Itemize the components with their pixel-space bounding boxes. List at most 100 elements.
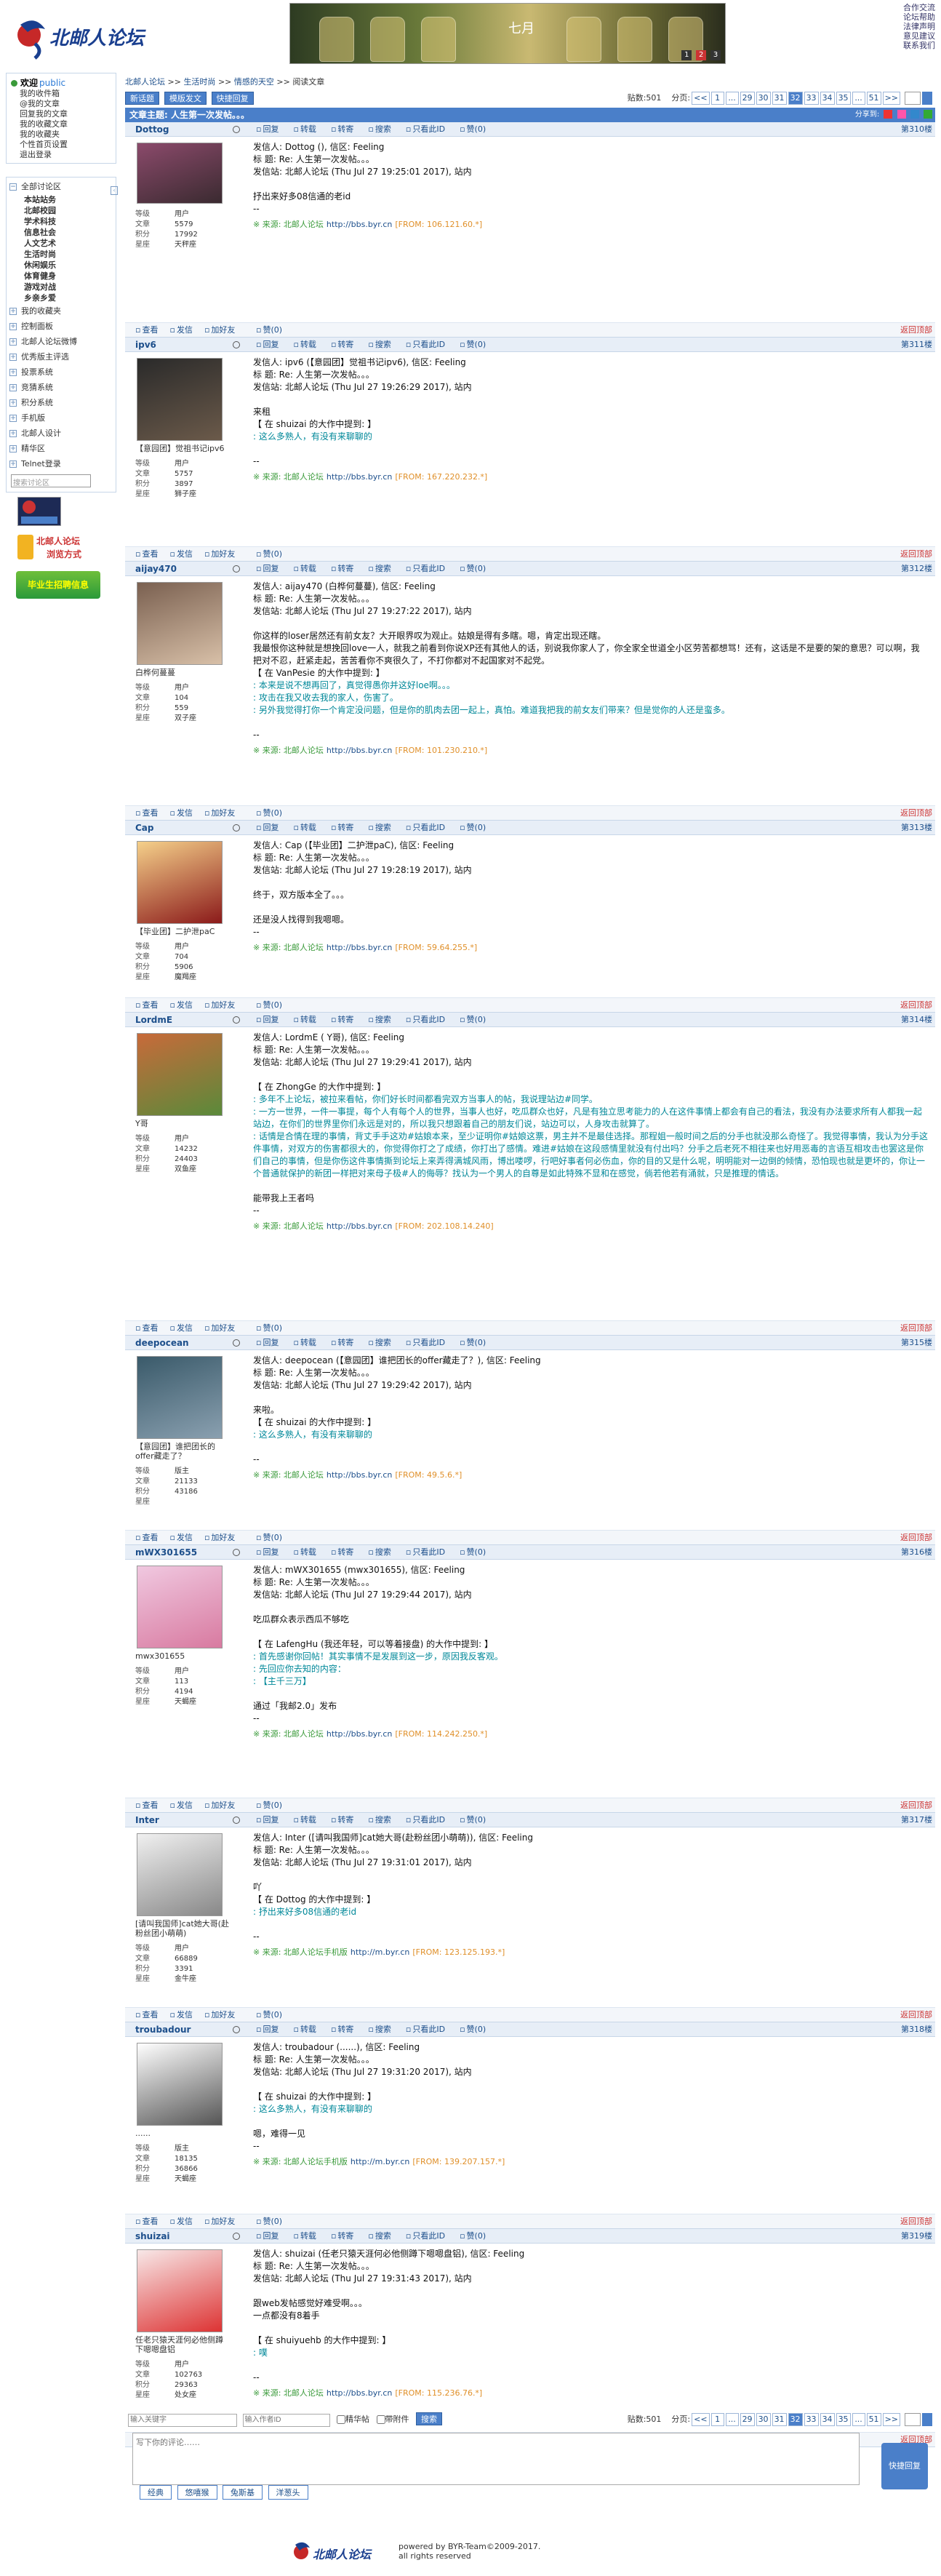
- sidebar-group-9[interactable]: + 精华区: [7, 441, 116, 456]
- mine-link-2[interactable]: 回复我的文章: [20, 109, 111, 119]
- author-input[interactable]: [242, 2413, 330, 2427]
- source-link[interactable]: http://bbs.byr.cn: [327, 472, 392, 482]
- attach-checkbox[interactable]: [376, 2415, 385, 2424]
- emo-tab-rabbit[interactable]: 兔斯基: [223, 2485, 263, 2500]
- board-category-3[interactable]: 信息社会: [24, 227, 116, 238]
- post-forward-button[interactable]: ▫ 转寄: [331, 124, 361, 134]
- post-floor[interactable]: 第318楼: [901, 2022, 932, 2037]
- source-link[interactable]: http://bbs.byr.cn: [327, 1470, 392, 1480]
- post-forward-button[interactable]: ▫ 转寄: [331, 564, 361, 573]
- page-link[interactable]: 34: [820, 2413, 835, 2426]
- author-add-friend-button[interactable]: ▫加好友: [204, 549, 241, 559]
- expand-icon[interactable]: +: [9, 460, 17, 468]
- author-mail-button[interactable]: ▫发信: [169, 325, 198, 335]
- post-only-this-id-button[interactable]: ▫ 只看此ID: [406, 1815, 452, 1825]
- board-category-6[interactable]: 休闲娱乐: [24, 260, 116, 271]
- sidebar-group-8[interactable]: + 北邮人设计: [7, 426, 116, 441]
- mine-link-5[interactable]: 个性首页设置: [20, 140, 111, 150]
- toplink-feedback[interactable]: 意见建议: [903, 31, 935, 41]
- mine-link-0[interactable]: 我的收件箱: [20, 89, 111, 99]
- post-like-button[interactable]: ▫赞(0): [256, 806, 282, 821]
- page-link[interactable]: ...: [852, 92, 865, 105]
- toplink-cooperation[interactable]: 合作交流: [903, 3, 935, 12]
- post-search-button[interactable]: ▫ 搜索: [368, 1547, 398, 1557]
- author-view-button[interactable]: ▫查看: [135, 2010, 164, 2019]
- author-add-friend-button[interactable]: ▫加好友: [204, 2217, 241, 2226]
- author-add-friend-button[interactable]: ▫加好友: [204, 808, 241, 818]
- avatar[interactable]: [137, 1033, 223, 1116]
- board-category-7[interactable]: 体育健身: [24, 271, 116, 282]
- expand-icon[interactable]: +: [9, 384, 17, 391]
- post-like-button[interactable]: ▫赞(0): [256, 323, 282, 338]
- page-link[interactable]: 32: [788, 2413, 803, 2426]
- post-only-this-id-button[interactable]: ▫ 只看此ID: [406, 124, 452, 134]
- sidebar-group-2[interactable]: + 北邮人论坛微博: [7, 334, 116, 349]
- author-add-friend-button[interactable]: ▫加好友: [204, 1533, 241, 1542]
- page-link[interactable]: ...: [725, 92, 739, 105]
- source-link[interactable]: http://m.byr.cn: [351, 2157, 409, 2166]
- post-like-button[interactable]: ▫赞(0): [460, 2231, 493, 2241]
- author-view-button[interactable]: ▫查看: [135, 549, 164, 559]
- author-add-friend-button[interactable]: ▫加好友: [204, 2010, 241, 2019]
- post-search-button[interactable]: ▫ 搜索: [368, 2231, 398, 2241]
- back-to-top-link[interactable]: 返回顶部: [900, 1798, 932, 1813]
- post-forward-button[interactable]: ▫ 转寄: [331, 2231, 361, 2241]
- post-author-id[interactable]: LordmE: [135, 1013, 172, 1027]
- post-reply-button[interactable]: ▫ 回复: [256, 1338, 286, 1347]
- post-repost-button[interactable]: ▫ 转载: [293, 2025, 323, 2034]
- page-link[interactable]: 51: [866, 2413, 881, 2426]
- page-link[interactable]: ...: [852, 2413, 865, 2426]
- post-author-id[interactable]: deepocean: [135, 1336, 189, 1350]
- mine-link-1[interactable]: @我的文章: [20, 99, 111, 109]
- expand-icon[interactable]: +: [9, 415, 17, 422]
- post-search-button[interactable]: ▫ 搜索: [368, 1815, 398, 1825]
- page-link[interactable]: >>: [882, 2413, 900, 2426]
- page-link[interactable]: <<: [692, 2413, 710, 2426]
- back-to-top-link[interactable]: 返回顶部: [900, 2214, 932, 2229]
- page-link[interactable]: 1: [710, 2413, 724, 2426]
- back-to-top-link[interactable]: 返回顶部: [900, 806, 932, 821]
- post-only-this-id-button[interactable]: ▫ 只看此ID: [406, 564, 452, 573]
- mine-link-4[interactable]: 我的收藏夹: [20, 129, 111, 140]
- user-name[interactable]: public: [39, 78, 65, 88]
- post-reply-button[interactable]: ▫ 回复: [256, 2231, 286, 2241]
- emo-tab-onion[interactable]: 洋葱头: [268, 2485, 308, 2500]
- post-floor[interactable]: 第313楼: [901, 821, 932, 835]
- board-category-8[interactable]: 游戏对战: [24, 282, 116, 292]
- back-to-top-link[interactable]: 返回顶部: [900, 1321, 932, 1336]
- page-go-button[interactable]: [922, 92, 932, 105]
- post-search-button[interactable]: ▫ 搜索: [368, 2025, 398, 2034]
- author-view-button[interactable]: ▫查看: [135, 808, 164, 818]
- post-forward-button[interactable]: ▫ 转寄: [331, 1338, 361, 1347]
- back-to-top-link[interactable]: 返回顶部: [900, 323, 932, 338]
- author-view-button[interactable]: ▫查看: [135, 1533, 164, 1542]
- page-link[interactable]: 51: [866, 92, 881, 105]
- post-reply-button[interactable]: ▫ 回复: [256, 340, 286, 349]
- post-repost-button[interactable]: ▫ 转载: [293, 124, 323, 134]
- author-add-friend-button[interactable]: ▫加好友: [204, 325, 241, 335]
- post-like-button[interactable]: ▫赞(0): [460, 124, 493, 134]
- author-mail-button[interactable]: ▫发信: [169, 808, 198, 818]
- author-add-friend-button[interactable]: ▫加好友: [204, 1801, 241, 1810]
- back-to-top-link[interactable]: 返回顶部: [900, 2008, 932, 2022]
- expand-icon[interactable]: +: [9, 369, 17, 376]
- page-link[interactable]: 33: [804, 92, 819, 105]
- post-like-button[interactable]: ▫赞(0): [256, 1531, 282, 1545]
- page-jump-input[interactable]: [905, 92, 921, 105]
- post-forward-button[interactable]: ▫ 转寄: [331, 1815, 361, 1825]
- avatar[interactable]: [137, 143, 223, 204]
- author-mail-button[interactable]: ▫发信: [169, 1533, 198, 1542]
- promo-browse[interactable]: 北邮人论坛 浏览方式: [17, 532, 97, 564]
- expand-icon[interactable]: +: [9, 445, 17, 452]
- all-boards-label[interactable]: 全部讨论区: [21, 182, 61, 191]
- post-like-button[interactable]: ▫赞(0): [460, 1815, 493, 1825]
- emo-tab-classic[interactable]: 经典: [140, 2485, 172, 2500]
- post-author-id[interactable]: shuizai: [135, 2229, 170, 2244]
- banner-page-1[interactable]: 1: [681, 50, 692, 60]
- source-link[interactable]: http://bbs.byr.cn: [327, 746, 392, 755]
- post-repost-button[interactable]: ▫ 转载: [293, 340, 323, 349]
- author-add-friend-button[interactable]: ▫加好友: [204, 1323, 241, 1333]
- post-only-this-id-button[interactable]: ▫ 只看此ID: [406, 1338, 452, 1347]
- page-jump-input[interactable]: [905, 2413, 921, 2426]
- collapse-sidebar-icon[interactable]: ‹: [111, 186, 118, 195]
